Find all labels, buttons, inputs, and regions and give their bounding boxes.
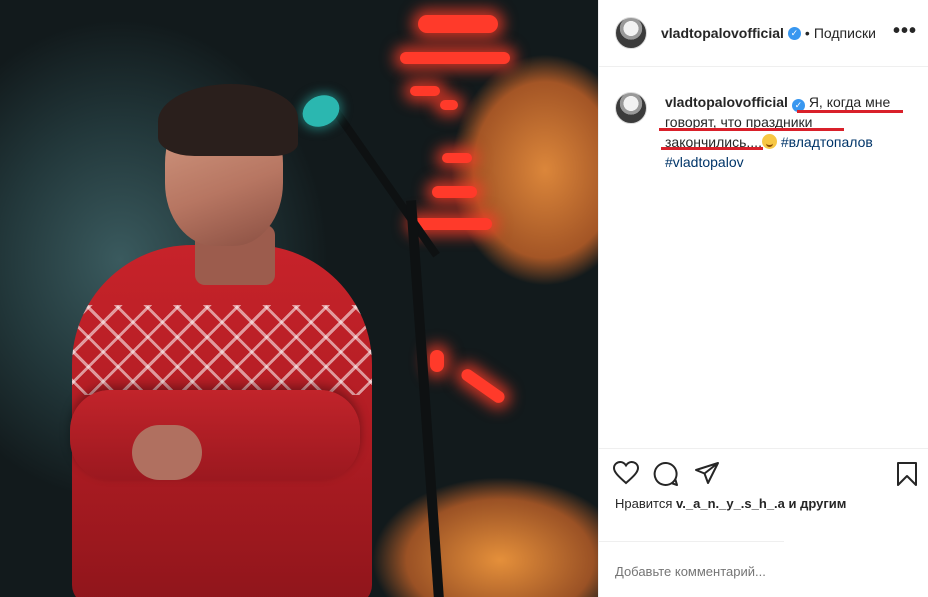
- post-header: vladtopalovofficial ✓ • Подписки •••: [599, 0, 928, 67]
- stage-light: [400, 52, 510, 64]
- comment-divider: [599, 541, 784, 542]
- avatar[interactable]: [615, 17, 647, 49]
- caption-text: vladtopalovofficial ✓ Я, когда мне говоря…: [665, 92, 910, 172]
- bookmark-icon[interactable]: [896, 461, 918, 487]
- person-arms: [70, 390, 360, 480]
- likes-others-link[interactable]: и другим: [789, 496, 847, 511]
- hashtag-link[interactable]: #владтопалов: [781, 134, 873, 150]
- stage-light: [430, 350, 444, 372]
- header-username[interactable]: vladtopalovofficial: [661, 25, 784, 41]
- stage-light: [440, 100, 458, 110]
- likes-prefix: Нравится: [615, 496, 673, 511]
- likes-user-link[interactable]: v._a_n._y_.s_h_.a: [676, 496, 785, 511]
- verified-badge-icon: ✓: [787, 26, 801, 40]
- annotation-underline: [659, 128, 844, 131]
- stage-light: [432, 186, 477, 198]
- mic-stand-pole: [406, 200, 444, 597]
- paper-plane-icon[interactable]: [694, 461, 720, 485]
- caption-avatar[interactable]: [615, 92, 647, 124]
- heart-icon[interactable]: [613, 461, 639, 485]
- actions-divider: [599, 448, 928, 449]
- comment-input[interactable]: [615, 564, 905, 579]
- person-hand: [132, 425, 202, 480]
- separator-dot: •: [804, 25, 810, 41]
- person-hair: [158, 84, 298, 156]
- likes-summary: Нравится v._a_n._y_.s_h_.a и другим: [615, 496, 846, 511]
- smirk-emoji-icon: [761, 134, 777, 149]
- hashtag-link[interactable]: #vladtopalov: [665, 154, 744, 170]
- post-side-panel: vladtopalovofficial ✓ • Подписки ••• vla…: [598, 0, 928, 597]
- stage-light: [442, 153, 472, 163]
- more-options-icon[interactable]: •••: [893, 20, 917, 43]
- stage-light: [418, 15, 498, 33]
- mic-stand: [330, 105, 440, 258]
- stage-light: [412, 218, 492, 230]
- comment-icon[interactable]: [653, 461, 679, 487]
- stage-light: [410, 86, 440, 96]
- microphone: [297, 89, 345, 133]
- annotation-underline: [661, 147, 763, 150]
- post-photo[interactable]: [0, 0, 598, 597]
- post-caption: vladtopalovofficial ✓ Я, когда мне говоря…: [615, 92, 915, 172]
- caption-username[interactable]: vladtopalovofficial: [665, 94, 788, 110]
- annotation-underline: [797, 110, 903, 113]
- follow-status-button[interactable]: Подписки: [814, 25, 876, 41]
- stage-light: [459, 366, 507, 406]
